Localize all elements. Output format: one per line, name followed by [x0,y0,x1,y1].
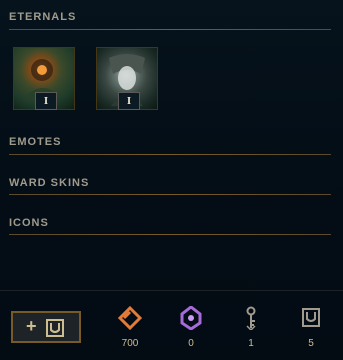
currency-value: 700 [121,338,139,349]
currency-chests: 5 [291,306,331,349]
eternal-tile-2[interactable]: I [96,47,158,110]
plus-icon: + [26,316,37,336]
divider-ward-skins [9,194,331,195]
section-title-eternals: ETERNALS [9,11,77,23]
mythic-essence-icon [180,305,202,331]
currency-value: 1 [248,338,254,349]
section-title-icons: ICONS [9,217,49,229]
currency-value: 5 [308,338,314,349]
add-loot-button[interactable]: + [11,311,81,343]
currency-keys: 1 [231,306,271,349]
loot-chest-icon [302,308,320,327]
rank-badge: I [35,92,57,110]
rank-badge: I [118,92,140,110]
currency-orange-essence: 700 [110,305,150,349]
key-icon [246,306,256,332]
footer-divider [0,290,343,291]
eternal-tile-1[interactable]: I [13,47,75,110]
chest-icon [46,319,64,337]
section-title-emotes: EMOTES [9,136,62,148]
divider-icons [9,234,331,235]
orange-essence-icon [117,305,143,331]
divider-eternals [9,29,331,30]
currency-value: 0 [188,338,194,349]
currency-mythic-essence: 0 [171,305,211,349]
section-title-ward-skins: WARD SKINS [9,177,90,189]
loot-panel: ETERNALS I I EMOTES WARD SKINS ICONS + 7… [0,0,343,360]
divider-emotes [9,154,331,155]
